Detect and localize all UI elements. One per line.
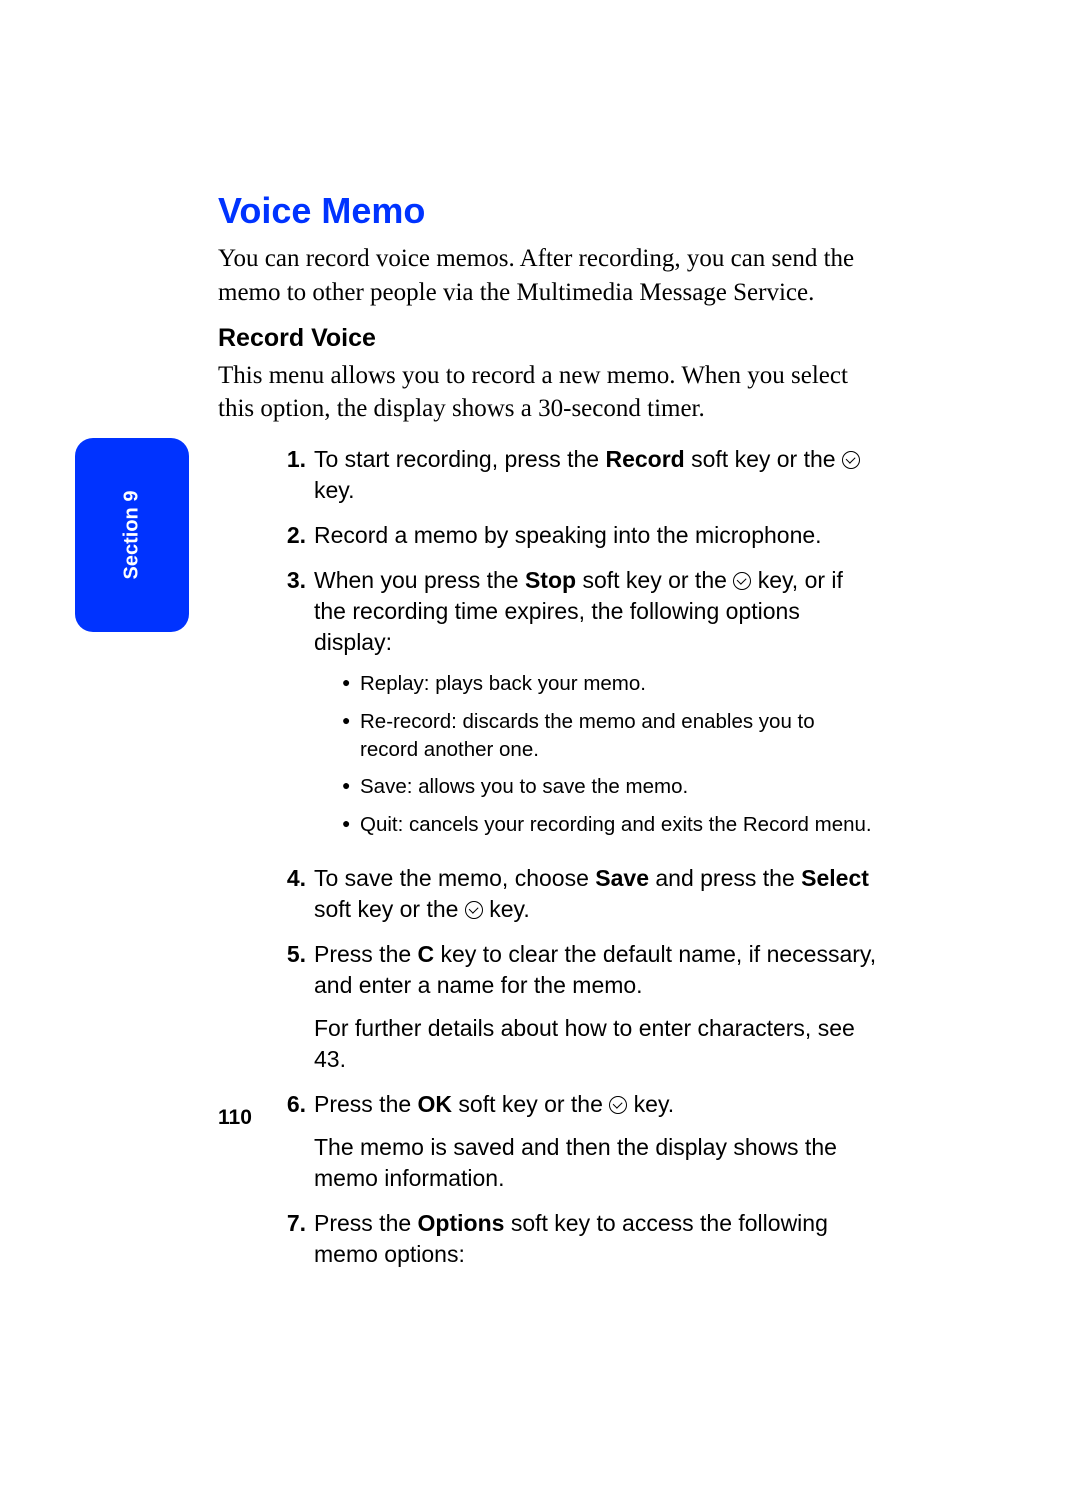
bold-text: Record bbox=[605, 446, 684, 472]
bullet-text: Replay: plays back your memo. bbox=[360, 670, 878, 698]
text: soft key or the bbox=[576, 567, 733, 593]
text: When you press the bbox=[314, 567, 525, 593]
text: key. bbox=[483, 896, 530, 922]
heading-record-voice: Record Voice bbox=[218, 324, 878, 353]
step-4: 4. To save the memo, choose Save and pre… bbox=[278, 863, 878, 925]
bullet-icon: ● bbox=[342, 708, 360, 763]
bold-text: Stop bbox=[525, 567, 576, 593]
text: Press the bbox=[314, 1210, 418, 1236]
bullet-rerecord: ● Re-record: discards the memo and enabl… bbox=[342, 708, 878, 763]
step-6: 6. Press the OK soft key or the key. The… bbox=[278, 1089, 878, 1194]
step-5: 5. Press the C key to clear the default … bbox=[278, 939, 878, 1075]
bullet-quit: ● Quit: cancels your recording and exits… bbox=[342, 811, 878, 839]
page-number: 110 bbox=[218, 1106, 252, 1130]
section-tab-label: Section 9 bbox=[121, 491, 144, 580]
text: To start recording, press the bbox=[314, 446, 605, 472]
step-body: Press the OK soft key or the key. The me… bbox=[314, 1089, 878, 1194]
step-number: 1. bbox=[278, 444, 306, 506]
bullet-icon: ● bbox=[342, 811, 360, 839]
content-area: Voice Memo You can record voice memos. A… bbox=[218, 190, 878, 1284]
step-number: 7. bbox=[278, 1208, 306, 1270]
intro-paragraph: You can record voice memos. After record… bbox=[218, 242, 878, 310]
text: key. bbox=[627, 1091, 674, 1117]
bold-text: C bbox=[418, 941, 435, 967]
text: Record a memo by speaking into the micro… bbox=[314, 522, 822, 548]
step-body: To save the memo, choose Save and press … bbox=[314, 863, 878, 925]
step-1: 1. To start recording, press the Record … bbox=[278, 444, 878, 506]
step-body: Press the C key to clear the default nam… bbox=[314, 939, 878, 1075]
text: To save the memo, choose bbox=[314, 865, 595, 891]
ok-key-icon bbox=[842, 451, 860, 469]
step-body: To start recording, press the Record sof… bbox=[314, 444, 878, 506]
step-body: Press the Options soft key to access the… bbox=[314, 1208, 878, 1270]
step-2: 2. Record a memo by speaking into the mi… bbox=[278, 520, 878, 551]
bold-text: Select bbox=[801, 865, 869, 891]
bullet-save: ● Save: allows you to save the memo. bbox=[342, 773, 878, 801]
text: soft key or the bbox=[452, 1091, 609, 1117]
bullet-text: Re-record: discards the memo and enables… bbox=[360, 708, 878, 763]
bullet-icon: ● bbox=[342, 670, 360, 698]
bullet-text: Quit: cancels your recording and exits t… bbox=[360, 811, 878, 839]
step-body: Record a memo by speaking into the micro… bbox=[314, 520, 878, 551]
text: key. bbox=[314, 477, 354, 503]
step-body: When you press the Stop soft key or the … bbox=[314, 565, 878, 849]
step-number: 4. bbox=[278, 863, 306, 925]
step-3-sublist: ● Replay: plays back your memo. ● Re-rec… bbox=[342, 670, 878, 838]
page: Section 9 Voice Memo You can record voic… bbox=[0, 0, 1080, 1492]
bullet-icon: ● bbox=[342, 773, 360, 801]
bold-text: OK bbox=[418, 1091, 453, 1117]
text: The memo is saved and then the display s… bbox=[314, 1134, 837, 1191]
text: Press the bbox=[314, 1091, 418, 1117]
bold-text: Options bbox=[418, 1210, 505, 1236]
step-number: 6. bbox=[278, 1089, 306, 1194]
step-number: 5. bbox=[278, 939, 306, 1075]
step-number: 3. bbox=[278, 565, 306, 849]
bullet-replay: ● Replay: plays back your memo. bbox=[342, 670, 878, 698]
ok-key-icon bbox=[609, 1096, 627, 1114]
text: and press the bbox=[649, 865, 801, 891]
text: Press the bbox=[314, 941, 418, 967]
ok-key-icon bbox=[465, 901, 483, 919]
bold-text: Save bbox=[595, 865, 649, 891]
step-3: 3. When you press the Stop soft key or t… bbox=[278, 565, 878, 849]
steps-list: 1. To start recording, press the Record … bbox=[278, 444, 878, 1270]
section-tab: Section 9 bbox=[75, 438, 189, 632]
text: soft key or the bbox=[314, 896, 465, 922]
text: For further details about how to enter c… bbox=[314, 1015, 855, 1072]
heading-voice-memo: Voice Memo bbox=[218, 190, 878, 232]
text: soft key or the bbox=[685, 446, 842, 472]
step-7: 7. Press the Options soft key to access … bbox=[278, 1208, 878, 1270]
record-voice-desc: This menu allows you to record a new mem… bbox=[218, 359, 878, 427]
step-number: 2. bbox=[278, 520, 306, 551]
ok-key-icon bbox=[733, 572, 751, 590]
bullet-text: Save: allows you to save the memo. bbox=[360, 773, 878, 801]
